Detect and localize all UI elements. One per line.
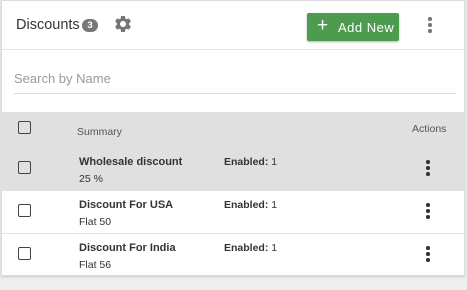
discounts-panel: Discounts 3 + Add New Summary Actions Wh… — [1, 0, 465, 276]
add-new-button[interactable]: + Add New — [307, 13, 399, 41]
select-all-checkbox[interactable] — [18, 121, 31, 134]
discount-value: Flat 50 — [79, 216, 112, 228]
status-value: 1 — [271, 242, 278, 254]
discount-name: Wholesale discount — [79, 156, 183, 168]
plus-icon: + — [317, 15, 329, 36]
row-actions-icon[interactable] — [418, 201, 438, 221]
panel-header: Discounts 3 + Add New — [2, 1, 464, 50]
status-label: Enabled: — [224, 199, 269, 211]
count-badge: 3 — [82, 19, 98, 32]
status-value: 1 — [271, 199, 278, 211]
discount-status: Enabled: 1 — [224, 156, 277, 168]
status-value: 1 — [271, 156, 278, 168]
status-label: Enabled: — [224, 242, 269, 254]
search-input[interactable] — [14, 65, 456, 91]
row-actions-icon[interactable] — [418, 244, 438, 264]
search-field — [14, 65, 456, 94]
status-label: Enabled: — [224, 156, 269, 168]
discount-status: Enabled: 1 — [224, 242, 277, 254]
row-checkbox[interactable] — [18, 247, 31, 260]
more-vertical-icon[interactable] — [420, 15, 440, 35]
discount-name: Discount For India — [79, 242, 176, 254]
discount-value: 25 % — [79, 173, 103, 185]
row-checkbox[interactable] — [18, 204, 31, 217]
discount-value: Flat 56 — [79, 259, 112, 271]
page-title: Discounts — [16, 17, 80, 33]
discount-name: Discount For USA — [79, 199, 174, 211]
row-actions-icon[interactable] — [418, 158, 438, 178]
discount-status: Enabled: 1 — [224, 199, 277, 211]
table-row[interactable]: Discount For USA Flat 50 Enabled: 1 — [2, 191, 464, 234]
add-new-label: Add New — [338, 20, 395, 35]
gear-icon[interactable] — [113, 14, 133, 34]
table-header: Summary Actions — [2, 112, 464, 148]
row-checkbox[interactable] — [18, 161, 31, 174]
column-summary: Summary — [77, 126, 122, 138]
column-actions: Actions — [412, 123, 447, 135]
table-row[interactable]: Wholesale discount 25 % Enabled: 1 — [2, 148, 464, 191]
table-row[interactable]: Discount For India Flat 56 Enabled: 1 — [2, 234, 464, 276]
